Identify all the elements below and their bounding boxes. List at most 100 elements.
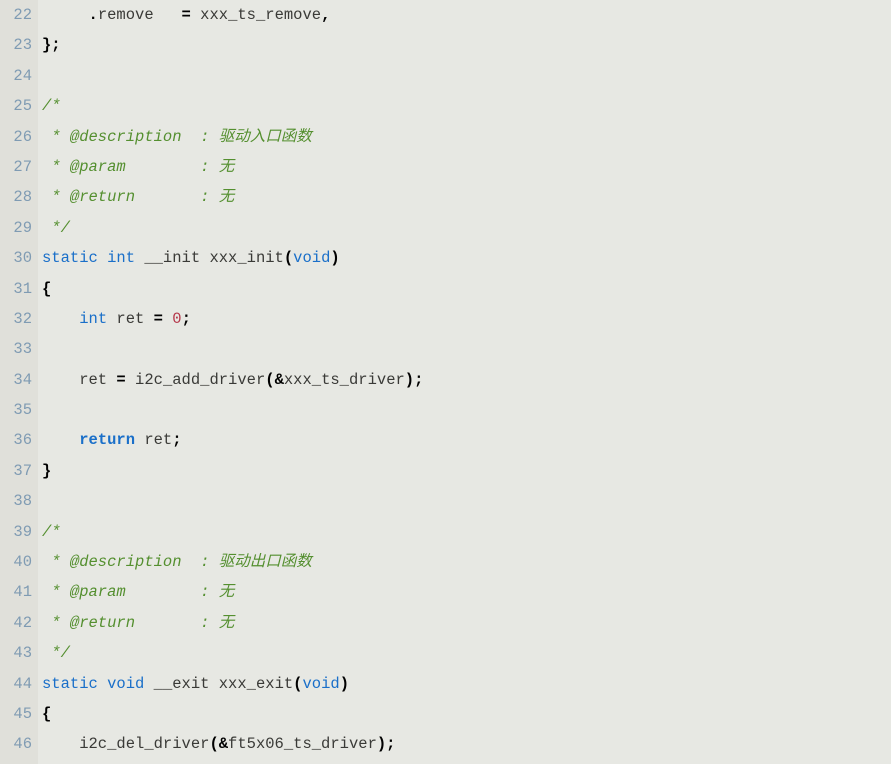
token: xxx_ts_driver [284, 371, 405, 389]
token: , [321, 6, 330, 24]
token: ; [172, 431, 181, 449]
line-number: 41 [4, 577, 32, 607]
token [42, 431, 79, 449]
token: /* [42, 97, 61, 115]
code-line[interactable]: static int __init xxx_init(void) [42, 243, 891, 273]
code-line[interactable]: /* [42, 91, 891, 121]
code-line[interactable]: { [42, 699, 891, 729]
token: i2c_del_driver [42, 735, 209, 753]
token: 0 [172, 310, 181, 328]
token: static [42, 675, 98, 693]
token: static [42, 249, 98, 267]
code-area[interactable]: .remove = xxx_ts_remove,}; /* * @descrip… [38, 0, 891, 764]
line-number: 46 [4, 729, 32, 749]
line-number: 27 [4, 152, 32, 182]
token: (& [209, 735, 228, 753]
token: ft5x06_ts_driver [228, 735, 377, 753]
token: */ [42, 219, 70, 237]
code-line[interactable]: * @description : 驱动出口函数 [42, 547, 891, 577]
token: __exit xxx_exit [144, 675, 293, 693]
line-number: 30 [4, 243, 32, 273]
token [163, 310, 172, 328]
token: * @return : 无 [42, 188, 234, 206]
line-number: 22 [4, 0, 32, 30]
line-number: 34 [4, 365, 32, 395]
code-line[interactable]: static void __exit xxx_exit(void) [42, 669, 891, 699]
code-line[interactable]: .remove = xxx_ts_remove, [42, 0, 891, 30]
token: }; [42, 36, 61, 54]
line-number: 39 [4, 517, 32, 547]
code-line[interactable]: { [42, 274, 891, 304]
line-number: 23 [4, 30, 32, 60]
code-line[interactable]: /* [42, 517, 891, 547]
code-line[interactable]: */ [42, 638, 891, 668]
token [98, 249, 107, 267]
token: * @param : 无 [42, 583, 234, 601]
line-number: 31 [4, 274, 32, 304]
token: ret [107, 310, 154, 328]
line-number: 25 [4, 91, 32, 121]
line-number-gutter: 2223242526272829303132333435363738394041… [0, 0, 38, 764]
token: } [42, 462, 51, 480]
code-line[interactable]: */ [42, 213, 891, 243]
line-number: 44 [4, 669, 32, 699]
code-line[interactable]: * @param : 无 [42, 577, 891, 607]
token: = [116, 371, 125, 389]
code-line[interactable]: } [42, 456, 891, 486]
line-number: 45 [4, 699, 32, 729]
line-number: 26 [4, 122, 32, 152]
token [42, 310, 79, 328]
token [98, 675, 107, 693]
token: void [293, 249, 330, 267]
token: void [302, 675, 339, 693]
code-line[interactable] [42, 486, 891, 516]
token: (& [265, 371, 284, 389]
code-editor[interactable]: 2223242526272829303132333435363738394041… [0, 0, 891, 764]
token: remove [98, 6, 182, 24]
code-line[interactable]: }; [42, 30, 891, 60]
token: { [42, 280, 51, 298]
token: */ [42, 644, 70, 662]
token: * @description : 驱动出口函数 [42, 553, 312, 571]
token: = [154, 310, 163, 328]
line-number: 33 [4, 334, 32, 364]
line-number: 35 [4, 395, 32, 425]
code-line[interactable] [42, 334, 891, 364]
line-number: 32 [4, 304, 32, 334]
token [42, 6, 89, 24]
token: /* [42, 523, 61, 541]
code-line[interactable]: int ret = 0; [42, 304, 891, 334]
code-line[interactable] [42, 61, 891, 91]
line-number: 29 [4, 213, 32, 243]
token: = [182, 6, 191, 24]
line-number: 36 [4, 425, 32, 455]
code-line[interactable]: * @param : 无 [42, 152, 891, 182]
token: void [107, 675, 144, 693]
line-number: 40 [4, 547, 32, 577]
code-line[interactable]: i2c_del_driver(&ft5x06_ts_driver); [42, 729, 891, 749]
token: ( [284, 249, 293, 267]
token: ); [377, 735, 396, 753]
code-line[interactable]: * @return : 无 [42, 608, 891, 638]
line-number: 37 [4, 456, 32, 486]
code-line[interactable] [42, 395, 891, 425]
token: { [42, 705, 51, 723]
line-number: 38 [4, 486, 32, 516]
token: int [107, 249, 135, 267]
token: int [79, 310, 107, 328]
token: i2c_add_driver [126, 371, 266, 389]
token: * @param : 无 [42, 158, 234, 176]
token: ret [135, 431, 172, 449]
token: ); [405, 371, 424, 389]
token: * @return : 无 [42, 614, 234, 632]
token: * @description : 驱动入口函数 [42, 128, 312, 146]
line-number: 43 [4, 638, 32, 668]
code-line[interactable]: * @description : 驱动入口函数 [42, 122, 891, 152]
code-line[interactable]: * @return : 无 [42, 182, 891, 212]
token: xxx_ts_remove [191, 6, 321, 24]
token: __init xxx_init [135, 249, 284, 267]
code-line[interactable]: return ret; [42, 425, 891, 455]
code-line[interactable]: ret = i2c_add_driver(&xxx_ts_driver); [42, 365, 891, 395]
token: . [89, 6, 98, 24]
token: ; [182, 310, 191, 328]
